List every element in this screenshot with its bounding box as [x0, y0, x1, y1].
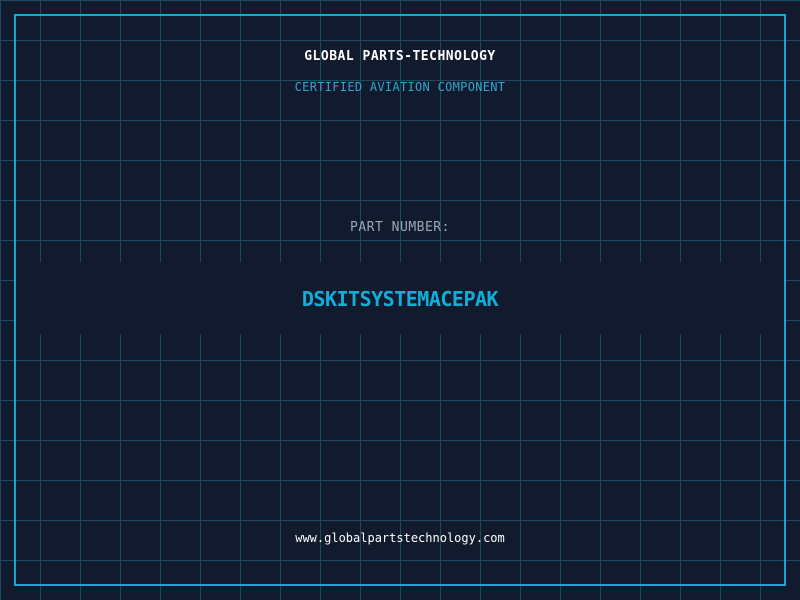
- part-card: GLOBAL PARTS-TECHNOLOGY CERTIFIED AVIATI…: [0, 0, 800, 600]
- part-number-label: PART NUMBER:: [350, 220, 450, 235]
- certification-subtitle: CERTIFIED AVIATION COMPONENT: [294, 80, 506, 94]
- part-number-value: DSKITSYSTEMACEPAK: [301, 287, 499, 311]
- website-url: www.globalpartstechnology.com: [295, 531, 505, 545]
- company-name: GLOBAL PARTS-TECHNOLOGY: [304, 49, 496, 64]
